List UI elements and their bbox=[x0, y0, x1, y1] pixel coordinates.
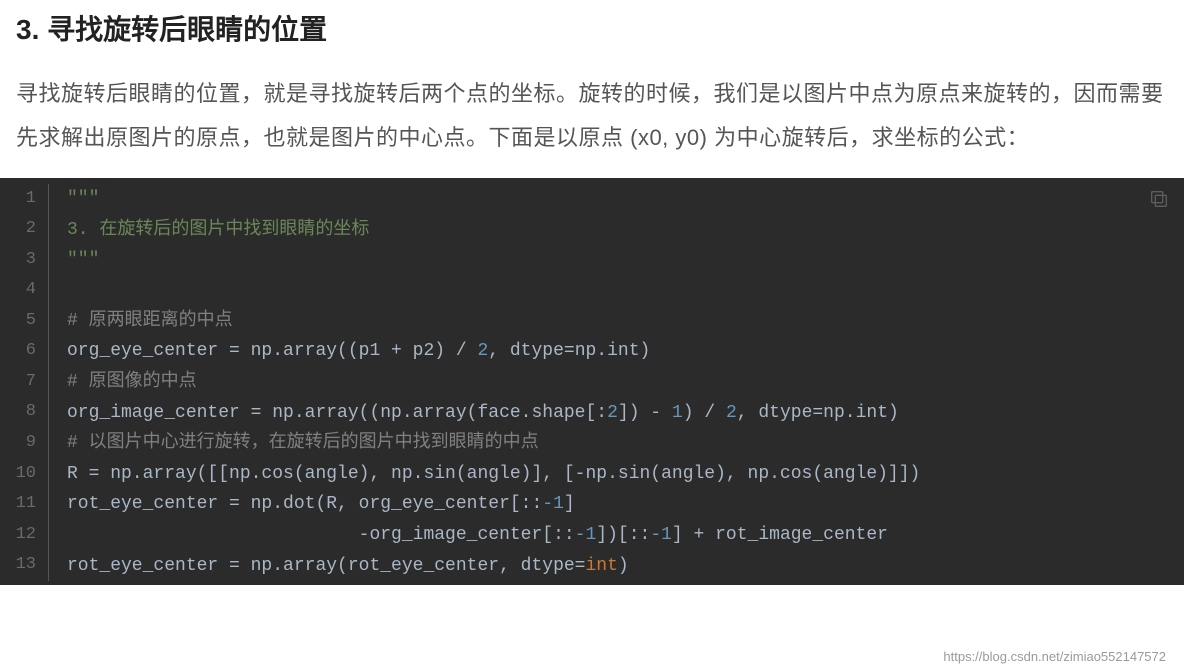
token: # 原图像的中点 bbox=[67, 372, 197, 392]
copy-icon[interactable] bbox=[1148, 188, 1170, 210]
gutter-divider bbox=[48, 489, 49, 520]
code-line: 10 R = np.array([[np.cos(angle), np.sin(a… bbox=[0, 459, 1184, 490]
token: org_eye_center = np.array((p1 + p2) / bbox=[67, 341, 477, 361]
watermark-url: https://blog.csdn.net/zimiao552147572 bbox=[943, 649, 1166, 664]
token: ]) - bbox=[618, 403, 672, 423]
code-content: """ bbox=[67, 184, 99, 215]
intro-paragraph: 寻找旋转后眼睛的位置，就是寻找旋转后两个点的坐标。旋转的时候，我们是以图片中点为… bbox=[16, 72, 1168, 160]
line-number: 6 bbox=[0, 337, 48, 366]
code-line: 1 """ bbox=[0, 184, 1184, 215]
token: -1 bbox=[542, 494, 564, 514]
gutter-divider bbox=[48, 367, 49, 398]
code-content: 3. 在旋转后的图片中找到眼睛的坐标 bbox=[67, 215, 369, 246]
code-lines: 1 """ 2 3. 在旋转后的图片中找到眼睛的坐标 3 """ 45 # 原两眼距离的中点 6… bbox=[0, 184, 1184, 581]
gutter-divider bbox=[48, 336, 49, 367]
code-line: 12 -org_image_center[::-1])[::-1] + rot_… bbox=[0, 520, 1184, 551]
token: 1 bbox=[672, 403, 683, 423]
code-line: 11 rot_eye_center = np.dot(R, org_eye_cen… bbox=[0, 489, 1184, 520]
token: """ bbox=[67, 189, 99, 209]
gutter-divider bbox=[48, 459, 49, 490]
code-content: org_eye_center = np.array((p1 + p2) / 2,… bbox=[67, 336, 650, 367]
token: , dtype=np.int) bbox=[737, 403, 899, 423]
code-line: 9 # 以图片中心进行旋转，在旋转后的图片中找到眼睛的中点 bbox=[0, 428, 1184, 459]
code-line: 2 3. 在旋转后的图片中找到眼睛的坐标 bbox=[0, 215, 1184, 246]
code-content: """ bbox=[67, 245, 99, 276]
line-number: 7 bbox=[0, 368, 48, 397]
code-content: -org_image_center[::-1])[::-1] + rot_ima… bbox=[67, 520, 888, 551]
token: ] + rot_image_center bbox=[672, 525, 888, 545]
token: ])[:: bbox=[596, 525, 650, 545]
line-number: 11 bbox=[0, 490, 48, 519]
line-number: 5 bbox=[0, 307, 48, 336]
line-number: 1 bbox=[0, 185, 48, 214]
token: , dtype=np.int) bbox=[488, 341, 650, 361]
token: -1 bbox=[575, 525, 597, 545]
line-number: 9 bbox=[0, 429, 48, 458]
code-line: 13 rot_eye_center = np.array(rot_eye_cent… bbox=[0, 551, 1184, 582]
gutter-divider bbox=[48, 520, 49, 551]
code-content: org_image_center = np.array((np.array(fa… bbox=[67, 398, 899, 429]
token: # 以图片中心进行旋转，在旋转后的图片中找到眼睛的中点 bbox=[67, 433, 539, 453]
token: 2 bbox=[477, 341, 488, 361]
token: rot_eye_center = np.dot(R, org_eye_cente… bbox=[67, 494, 542, 514]
code-line: 3 """ bbox=[0, 245, 1184, 276]
code-content: # 原两眼距离的中点 bbox=[67, 306, 233, 337]
line-number: 2 bbox=[0, 215, 48, 244]
token: rot_eye_center = np.array(rot_eye_center… bbox=[67, 556, 585, 576]
code-content: # 以图片中心进行旋转，在旋转后的图片中找到眼睛的中点 bbox=[67, 428, 539, 459]
gutter-divider bbox=[48, 184, 49, 215]
token: ) / bbox=[683, 403, 726, 423]
gutter-divider bbox=[48, 306, 49, 337]
code-line: 4 bbox=[0, 276, 1184, 306]
token: int bbox=[585, 556, 617, 576]
line-number: 12 bbox=[0, 521, 48, 550]
code-content: rot_eye_center = np.dot(R, org_eye_cente… bbox=[67, 489, 575, 520]
token: 2 bbox=[726, 403, 737, 423]
code-line: 6 org_eye_center = np.array((p1 + p2) / 2… bbox=[0, 336, 1184, 367]
line-number: 13 bbox=[0, 551, 48, 580]
gutter-divider bbox=[48, 245, 49, 276]
gutter-divider bbox=[48, 551, 49, 582]
token: org_image_center = np.array((np.array(fa… bbox=[67, 403, 607, 423]
token: ] bbox=[564, 494, 575, 514]
code-line: 7 # 原图像的中点 bbox=[0, 367, 1184, 398]
token: -1 bbox=[650, 525, 672, 545]
code-content: rot_eye_center = np.array(rot_eye_center… bbox=[67, 551, 629, 582]
token: 3. 在旋转后的图片中找到眼睛的坐标 bbox=[67, 220, 369, 240]
line-number: 8 bbox=[0, 398, 48, 427]
token: # 原两眼距离的中点 bbox=[67, 311, 233, 331]
code-line: 8 org_image_center = np.array((np.array(f… bbox=[0, 398, 1184, 429]
token: ) bbox=[618, 556, 629, 576]
gutter-divider bbox=[48, 428, 49, 459]
code-content: R = np.array([[np.cos(angle), np.sin(ang… bbox=[67, 459, 920, 490]
line-number: 4 bbox=[0, 276, 48, 305]
token: R = np.array([[np.cos(angle), np.sin(ang… bbox=[67, 464, 920, 484]
line-number: 3 bbox=[0, 246, 48, 275]
gutter-divider bbox=[48, 398, 49, 429]
code-block: 1 """ 2 3. 在旋转后的图片中找到眼睛的坐标 3 """ 45 # 原两眼距离的中点 6… bbox=[0, 178, 1184, 585]
section-heading: 3. 寻找旋转后眼睛的位置 bbox=[16, 8, 1168, 48]
token: -org_image_center[:: bbox=[67, 525, 575, 545]
token: """ bbox=[67, 250, 99, 270]
page-root: 3. 寻找旋转后眼睛的位置 寻找旋转后眼睛的位置，就是寻找旋转后两个点的坐标。旋… bbox=[0, 8, 1184, 672]
line-number: 10 bbox=[0, 460, 48, 489]
gutter-divider bbox=[48, 215, 49, 246]
code-content: # 原图像的中点 bbox=[67, 367, 197, 398]
code-line: 5 # 原两眼距离的中点 bbox=[0, 306, 1184, 337]
gutter-divider bbox=[48, 276, 49, 306]
token: 2 bbox=[607, 403, 618, 423]
